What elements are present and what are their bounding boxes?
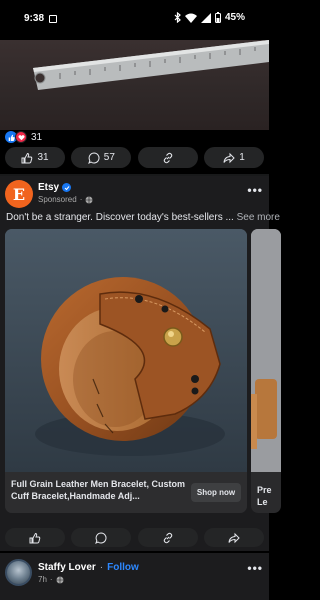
ad-more-options-icon[interactable]: ••• [247,183,263,197]
comment-icon [95,531,107,544]
gallery-notification-icon [49,15,57,23]
post-more-options-icon[interactable]: ••• [247,561,263,575]
status-time: 9:38 [24,13,45,24]
product-image-next[interactable] [251,229,281,472]
post-image[interactable] [0,40,269,130]
battery-percent: 45% [224,12,245,23]
love-reaction-icon [15,131,27,143]
next-post: Staffy Lover · Follow 7h · ••• [0,553,269,600]
post-time-row: 7h · [38,575,64,584]
share-icon [228,532,240,543]
like-icon [21,152,33,163]
dot-separator: · [49,575,53,584]
product-photo-next [251,229,281,472]
product-title-next[interactable]: Pre Le [257,484,272,508]
globe-icon [85,196,93,203]
ad-comment-button[interactable] [71,528,132,547]
advertiser-name-row[interactable]: Etsy [38,182,72,193]
ruler-photo [33,40,269,90]
dot-separator: · [99,562,104,573]
reaction-count: 31 [31,131,43,143]
author-row: Staffy Lover · Follow [38,562,139,573]
shop-now-button[interactable]: Shop now [191,483,241,502]
share-icon [223,152,235,163]
bluetooth-icon [174,12,181,23]
comment-count: 57 [103,152,115,163]
dot-separator: · [79,195,83,204]
follow-button[interactable]: Follow [107,562,139,573]
ad-actions [0,528,269,547]
ad-share-button[interactable] [203,528,264,547]
advertiser-avatar-letter: E [12,184,26,204]
post-actions: 31 57 1 [0,147,269,168]
ad-copy-link-button[interactable] [137,528,198,547]
sponsored-label: Sponsored [38,195,77,204]
link-icon [163,152,172,163]
verified-badge-icon [62,183,72,192]
carousel-footer: Full Grain Leather Men Bracelet, Custom … [5,472,247,513]
ad-body: Don't be a stranger. Discover today's be… [6,212,234,223]
status-right: 45% [174,12,245,23]
like-count: 31 [37,152,49,163]
battery-icon [214,12,221,23]
product-title[interactable]: Full Grain Leather Men Bracelet, Custom … [11,478,187,502]
share-count: 1 [239,152,245,163]
like-button[interactable]: 31 [5,147,65,168]
wifi-icon [184,13,197,23]
comment-button[interactable]: 57 [71,147,132,168]
copy-link-button[interactable] [137,147,198,168]
advertiser-name[interactable]: Etsy [38,182,59,193]
author-avatar[interactable] [5,559,32,586]
see-more-link[interactable]: See more [237,212,280,223]
like-icon [29,532,41,543]
ad-body-text: Don't be a stranger. Discover today's be… [6,212,280,223]
ad-like-button[interactable] [5,528,65,547]
ad-sub-row: Sponsored · [38,195,93,204]
product-image[interactable] [5,229,247,472]
sponsored-ad: E Etsy Sponsored · ••• Don't be a strang… [0,176,281,551]
status-bar: 9:38 45% [0,0,269,40]
advertiser-avatar[interactable]: E [5,180,33,208]
share-button[interactable]: 1 [203,147,264,168]
carousel-card-next[interactable]: Pre Le [251,229,281,513]
globe-icon [56,576,64,583]
signal-icon [200,12,211,23]
product-title-next-line1: Pre [257,485,272,495]
post-time: 7h [38,575,47,584]
author-name[interactable]: Staffy Lover [38,562,96,573]
comment-icon [87,151,100,164]
link-icon [163,532,172,543]
product-title-next-line2: Le [257,497,268,507]
leather-bracelet-photo [5,229,247,472]
carousel-card[interactable]: Full Grain Leather Men Bracelet, Custom … [5,229,247,513]
reactions-summary[interactable]: 31 [5,131,42,143]
